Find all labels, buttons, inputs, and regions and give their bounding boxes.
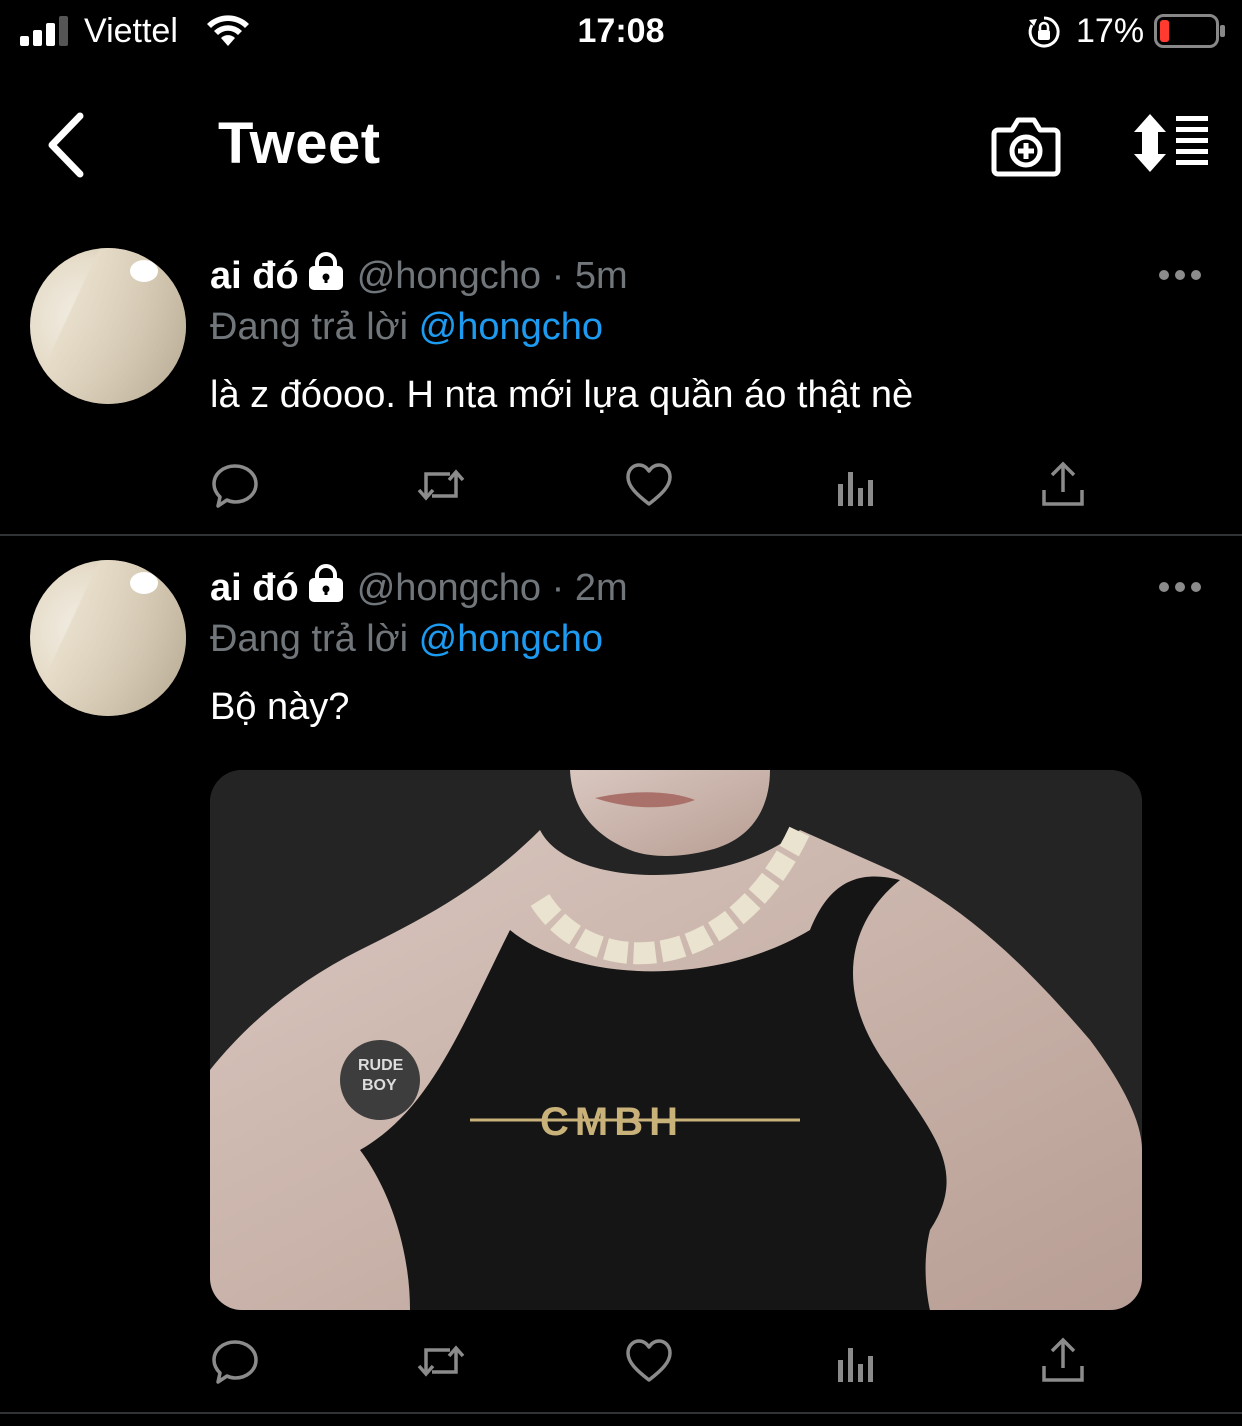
handle[interactable]: @hongcho [357,255,541,297]
reply-icon[interactable] [210,460,260,510]
action-bar [210,460,1090,510]
dot-separator: · [551,567,565,609]
timestamp[interactable]: 2m [575,567,628,609]
tweet-text: Bộ này? [210,686,350,728]
camera-plus-icon[interactable] [990,112,1062,178]
dot-separator: · [551,255,565,297]
status-bar: Viettel 17:08 17% [0,0,1242,64]
replying-prefix: Đang trả lời [210,306,409,348]
tweet[interactable]: ai đó @hongcho · 2m Đang trả lời @hongch… [0,544,1242,1412]
timestamp[interactable]: 5m [575,255,628,297]
sort-timeline-icon[interactable] [1128,112,1212,174]
mention-link[interactable]: @hongcho [419,618,603,660]
heart-icon[interactable] [624,1336,674,1386]
heart-icon[interactable] [624,460,674,510]
more-icon[interactable] [1158,268,1202,282]
display-name[interactable]: ai đó [210,567,299,609]
tattoo-text-boy: BOY [362,1077,397,1094]
tattoo-text-rude: RUDE [358,1057,404,1074]
analytics-icon[interactable] [832,1336,882,1386]
retweet-icon[interactable] [416,1336,466,1386]
lock-icon [308,252,343,290]
tweet-text: là z đóooo. H nta mới lựa quần áo thật n… [210,374,914,416]
replying-prefix: Đang trả lời [210,618,409,660]
tweet-header: ai đó @hongcho · 2m [210,564,628,616]
avatar[interactable] [30,248,186,404]
battery-percent: 17% [1076,12,1145,50]
reply-icon[interactable] [210,1336,260,1386]
avatar-hair [30,248,186,404]
tweet-divider [0,534,1242,536]
tweet-header: ai đó @hongcho · 5m [210,252,628,304]
retweet-icon[interactable] [416,460,466,510]
more-icon[interactable] [1158,580,1202,594]
action-bar [210,1336,1090,1386]
display-name[interactable]: ai đó [210,255,299,297]
photo-illustration: RUDE BOY CMBH [210,770,1142,1310]
share-icon[interactable] [1038,460,1088,510]
back-chevron-icon[interactable] [40,110,96,180]
share-icon[interactable] [1038,1336,1088,1386]
nav-header: Tweet [0,80,1242,220]
analytics-icon[interactable] [832,460,882,510]
shirt-logo: CMBH [540,1100,684,1144]
avatar[interactable] [30,560,186,716]
replying-to: Đang trả lời @hongcho [210,618,603,661]
lock-icon [308,564,343,602]
mention-link[interactable]: @hongcho [419,306,603,348]
handle[interactable]: @hongcho [357,567,541,609]
tweet-divider [0,1412,1242,1414]
tweet[interactable]: ai đó @hongcho · 5m Đang trả lời @hongch… [0,232,1242,534]
page-title: Tweet [218,111,381,176]
battery-icon [1154,14,1225,48]
replying-to: Đang trả lời @hongcho [210,306,603,349]
rotation-lock-icon [1028,16,1060,48]
avatar-hairclip [130,572,158,594]
tweet-photo[interactable]: RUDE BOY CMBH [210,770,1142,1310]
avatar-hairclip [130,260,158,282]
avatar-hair [30,560,186,716]
